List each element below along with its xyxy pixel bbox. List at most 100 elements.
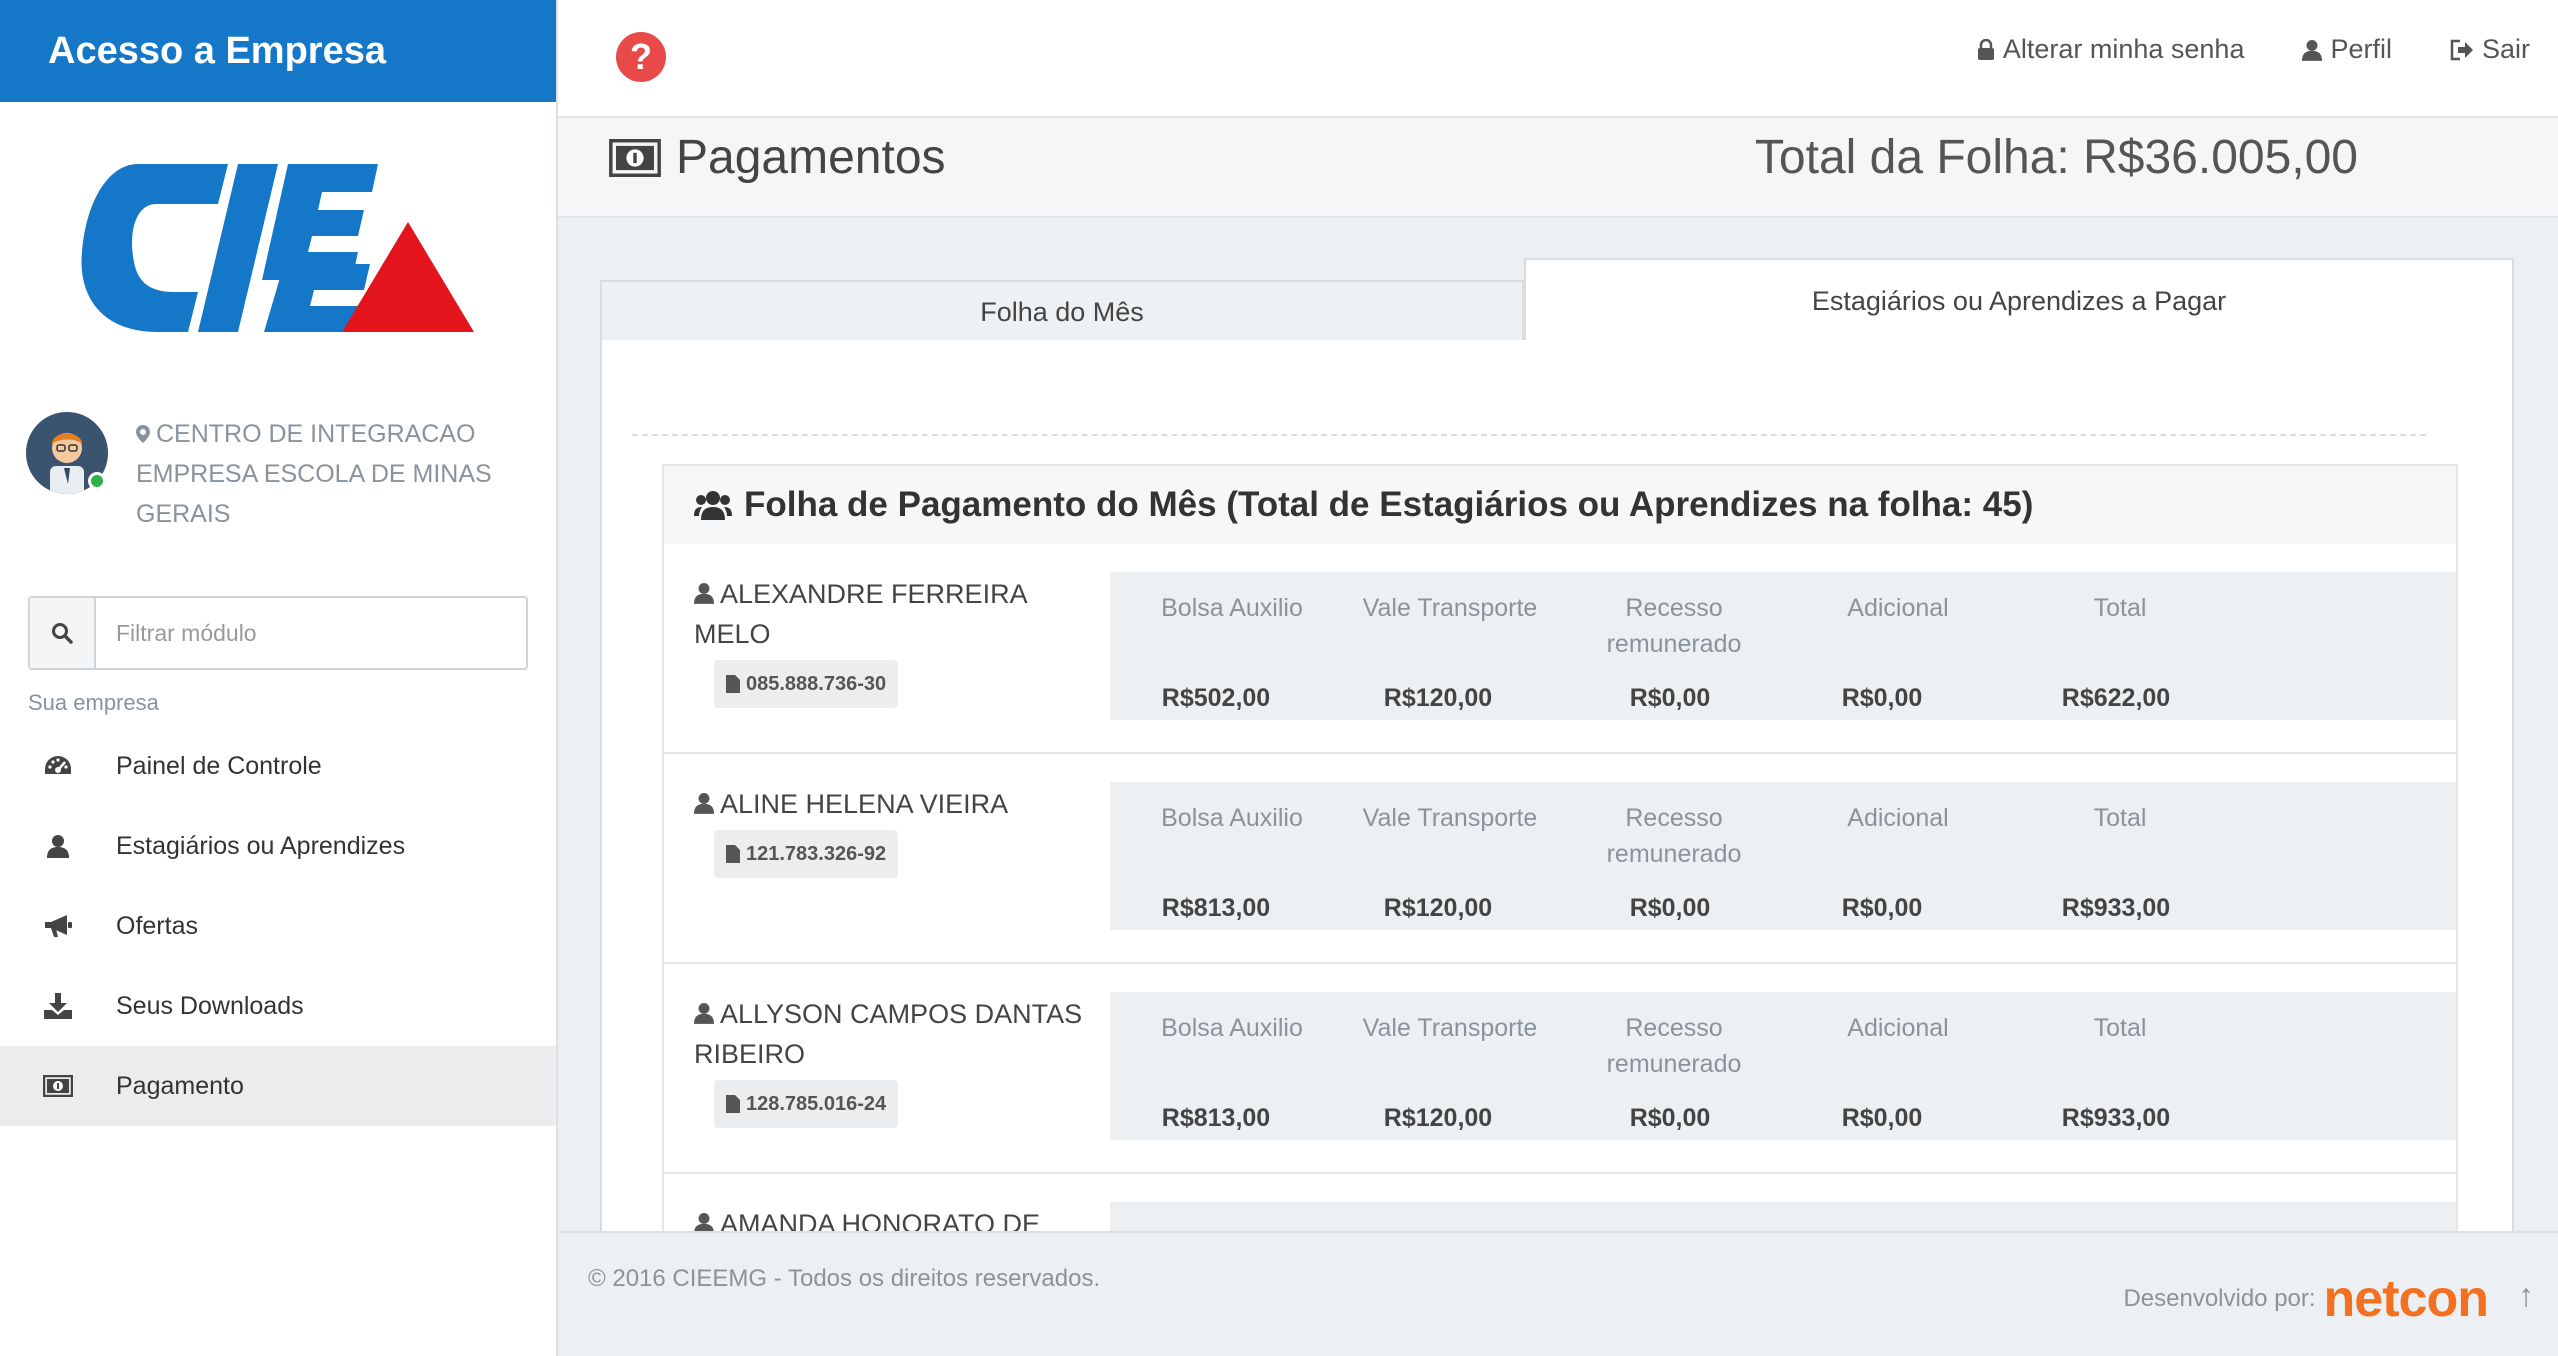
recesso-col: Recesso remunerado R$0,00 — [1574, 572, 1774, 720]
total-label: Total — [2093, 1014, 2147, 1042]
table-row: ALINE HELENA VIEIRA 121.783.326-92 Bolsa… — [664, 754, 2456, 964]
help-icon[interactable]: ? — [616, 32, 666, 82]
sign-out-icon — [2450, 39, 2473, 60]
tab-folha-do-mes[interactable]: Folha do Mês — [600, 280, 1524, 342]
logout-link[interactable]: Sair — [2450, 34, 2530, 65]
bullhorn-icon — [42, 910, 74, 942]
vale-transporte-col: Vale Transporte R$120,00 — [1350, 782, 1550, 930]
bolsa-auxilio-label: Bolsa Auxilio — [1161, 594, 1303, 622]
recesso-label: Recesso remunerado — [1606, 594, 1742, 658]
cpf-badge: 121.783.326-92 — [714, 830, 899, 878]
vale-transporte-label: Vale Transporte — [1362, 1014, 1538, 1042]
dashed-divider — [632, 434, 2426, 436]
scroll-top-arrow-icon[interactable]: ↑ — [2518, 1277, 2534, 1314]
module-search — [28, 596, 528, 670]
brand-title[interactable]: Acesso a Empresa — [0, 0, 556, 102]
payroll-header: Folha de Pagamento do Mês (Total de Esta… — [664, 466, 2456, 544]
payment-values: Bolsa Auxilio R$502,00 Vale Transporte R$1… — [1110, 572, 2456, 720]
intern-name[interactable]: ALEXANDRE FERREIRA MELO 085.888.736-30 — [694, 574, 1094, 708]
vale-transporte-label: Vale Transporte — [1362, 594, 1538, 622]
user-icon — [2302, 39, 2323, 61]
intern-name-text: ALEXANDRE FERREIRA MELO — [694, 579, 1027, 649]
sidebar-item-painel-de-controle[interactable]: Painel de Controle — [0, 726, 556, 806]
file-icon — [726, 1095, 740, 1113]
tab-estagiarios-a-pagar[interactable]: Estagiários ou Aprendizes a Pagar — [1524, 258, 2514, 342]
vale-transporte-label: Vale Transporte — [1362, 804, 1538, 832]
cpf-value: 085.888.736-30 — [746, 673, 887, 695]
payment-values: Bolsa Auxilio R$813,00 Vale Transporte R$1… — [1110, 992, 2456, 1140]
ciee-logo-graphic — [81, 164, 474, 332]
change-password-link[interactable]: Alterar minha senha — [1977, 34, 2245, 65]
recesso-label: Recesso remunerado — [1606, 804, 1742, 868]
map-marker-icon — [136, 425, 150, 443]
download-icon — [42, 990, 74, 1022]
money-icon — [42, 1070, 74, 1102]
recesso-value: R$0,00 — [1629, 684, 1711, 712]
payment-values: Bolsa Auxilio R$813,00 Vale Transporte R$1… — [1110, 782, 2456, 930]
sidebar-item-label: Seus Downloads — [116, 991, 304, 1020]
total-value: R$622,00 — [2061, 684, 2171, 712]
sidebar-item-label: Pagamento — [116, 1071, 244, 1100]
section-label: Sua empresa — [28, 690, 159, 715]
search-button[interactable] — [30, 598, 96, 668]
copyright: © 2016 CIEEMG - Todos os direitos reserv… — [588, 1265, 1101, 1292]
user-icon — [694, 793, 714, 814]
cpf-value: 121.783.326-92 — [746, 843, 887, 865]
netcon-logo[interactable]: netcon — [2324, 1269, 2489, 1329]
adicional-label: Adicional — [1847, 594, 1949, 622]
intern-name-text: ALLYSON CAMPOS DANTAS RIBEIRO — [694, 999, 1083, 1069]
total-label: Total — [2093, 804, 2147, 832]
company-info: CENTRO DE INTEGRACAO EMPRESA ESCOLA DE M… — [136, 414, 536, 534]
developed-by-label: Desenvolvido por: — [2123, 1285, 2316, 1312]
dashboard-icon — [42, 750, 74, 782]
search-icon — [52, 623, 73, 644]
payroll-header-text: Folha de Pagamento do Mês (Total de Esta… — [744, 485, 2034, 524]
sidebar-item-estagiarios[interactable]: Estagiários ou Aprendizes — [0, 806, 556, 886]
main-content: Pagamentos Total da Folha: R$36.005,00 F… — [558, 118, 2558, 1350]
total-col: Total R$933,00 — [2020, 782, 2220, 930]
user-icon — [694, 1003, 714, 1024]
bolsa-auxilio-value: R$502,00 — [1161, 684, 1271, 712]
change-password-label: Alterar minha senha — [2002, 34, 2245, 64]
user-panel: CENTRO DE INTEGRACAO EMPRESA ESCOLA DE M… — [26, 408, 546, 548]
vale-transporte-value: R$120,00 — [1383, 894, 1493, 922]
cpf-badge: 085.888.736-30 — [714, 660, 899, 708]
users-icon — [694, 491, 732, 520]
sidebar-item-pagamento[interactable]: Pagamento — [0, 1046, 556, 1126]
top-links: Alterar minha senha Perfil Sair — [1977, 34, 2530, 65]
sidebar-menu: Painel de Controle Estagiários ou Aprend… — [0, 726, 556, 1126]
bolsa-auxilio-label: Bolsa Auxilio — [1161, 1014, 1303, 1042]
page-header: Pagamentos Total da Folha: R$36.005,00 — [558, 118, 2558, 218]
intern-name[interactable]: ALLYSON CAMPOS DANTAS RIBEIRO 128.785.01… — [694, 994, 1094, 1128]
total-col: Total R$622,00 — [2020, 572, 2220, 720]
money-icon — [609, 138, 661, 177]
adicional-col: Adicional R$0,00 — [1798, 572, 1998, 720]
vale-transporte-col: Vale Transporte R$120,00 — [1350, 992, 1550, 1140]
tab-panel: Folha de Pagamento do Mês (Total de Esta… — [600, 340, 2514, 1350]
cpf-badge: 128.785.016-24 — [714, 1080, 899, 1128]
search-input[interactable] — [96, 598, 526, 668]
recesso-col: Recesso remunerado R$0,00 — [1574, 992, 1774, 1140]
sidebar-item-downloads[interactable]: Seus Downloads — [0, 966, 556, 1046]
table-row: ALEXANDRE FERREIRA MELO 085.888.736-30 B… — [664, 544, 2456, 754]
bolsa-auxilio-label: Bolsa Auxilio — [1161, 804, 1303, 832]
logout-label: Sair — [2481, 34, 2530, 64]
tabs: Folha do Mês Estagiários ou Aprendizes a… — [600, 258, 2514, 342]
top-bar: ? Alterar minha senha Perfil Sair — [558, 0, 2558, 118]
total-col: Total R$933,00 — [2020, 992, 2220, 1140]
adicional-col: Adicional R$0,00 — [1798, 782, 1998, 930]
intern-name[interactable]: ALINE HELENA VIEIRA 121.783.326-92 — [694, 784, 1094, 878]
adicional-value: R$0,00 — [1841, 684, 1923, 712]
total-folha: Total da Folha: R$36.005,00 — [1754, 131, 2358, 184]
recesso-value: R$0,00 — [1629, 1104, 1711, 1132]
page-title-text: Pagamentos — [676, 131, 946, 184]
online-status-dot — [88, 472, 106, 490]
profile-link[interactable]: Perfil — [2302, 34, 2392, 65]
profile-label: Perfil — [2330, 34, 2392, 64]
adicional-value: R$0,00 — [1841, 1104, 1923, 1132]
total-value: R$933,00 — [2061, 894, 2171, 922]
bolsa-auxilio-col: Bolsa Auxilio R$813,00 — [1132, 782, 1332, 930]
lock-icon — [1977, 38, 1994, 60]
sidebar-item-ofertas[interactable]: Ofertas — [0, 886, 556, 966]
sidebar: Acesso a Empresa CENTRO DE INTEGRACAO EM… — [0, 0, 558, 1356]
